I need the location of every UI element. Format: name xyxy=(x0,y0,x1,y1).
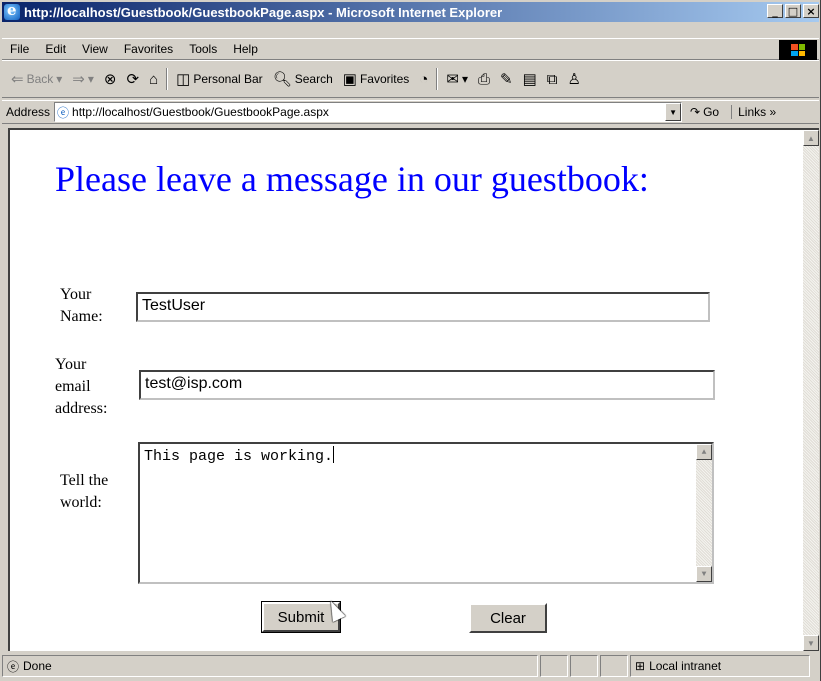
discuss-icon: ▤ xyxy=(522,70,537,88)
links-label: Links xyxy=(738,105,767,119)
address-bar: Address ⓔ http://localhost/Guestbook/Gue… xyxy=(2,100,819,124)
home-button[interactable]: ⌂ xyxy=(144,72,163,87)
name-input[interactable]: TestUser xyxy=(136,292,710,322)
text-caret xyxy=(333,446,335,463)
messenger-button[interactable]: ♙ xyxy=(562,72,585,87)
stop-button[interactable]: ⊗ xyxy=(99,72,122,87)
personal-bar-button[interactable]: ◫ Personal Bar xyxy=(171,72,268,87)
back-button[interactable]: ⇐ Back ▾ xyxy=(6,72,67,87)
history-icon: ◔ xyxy=(419,70,429,88)
textarea-scroll-up-icon[interactable]: ▲ xyxy=(696,444,712,460)
mail-button[interactable]: ✉ ▾ xyxy=(441,72,473,87)
maximize-button[interactable]: □ xyxy=(785,4,801,18)
textarea-scroll-down-icon[interactable]: ▼ xyxy=(696,566,712,582)
refresh-button[interactable]: ⟳ xyxy=(121,72,144,87)
status-cell xyxy=(570,655,598,677)
menu-edit[interactable]: Edit xyxy=(37,42,74,56)
edit-icon: ✎ xyxy=(500,70,513,88)
favorites-icon: ▣ xyxy=(342,70,357,88)
favorites-label: Favorites xyxy=(359,72,410,86)
address-dropdown-icon[interactable]: ▼ xyxy=(665,103,682,121)
page-done-icon: ⓔ xyxy=(7,659,20,674)
search-label: Search xyxy=(294,72,333,86)
security-zone: ⊞ Local intranet xyxy=(630,655,810,677)
menu-tools[interactable]: Tools xyxy=(181,42,225,56)
page-scroll-down-icon[interactable]: ▼ xyxy=(803,635,819,651)
toolbar-separator xyxy=(166,68,169,90)
textarea-scrollbar[interactable]: ▲ ▼ xyxy=(696,444,712,582)
go-arrow-icon: ↷ xyxy=(690,105,701,119)
clear-button[interactable]: Clear xyxy=(469,603,547,633)
message-label: Tell the world: xyxy=(60,472,109,511)
print-icon: ⎙ xyxy=(477,70,490,88)
back-arrow-icon: ⇐ xyxy=(11,70,24,88)
message-text: This page is working. xyxy=(144,448,334,465)
zone-label: Local intranet xyxy=(649,659,722,673)
title-bar: http://localhost/Guestbook/GuestbookPage… xyxy=(2,1,819,22)
toolbar-separator xyxy=(436,68,439,90)
status-cell xyxy=(540,655,568,677)
ie-window: http://localhost/Guestbook/GuestbookPage… xyxy=(0,0,821,681)
window-title: http://localhost/Guestbook/GuestbookPage… xyxy=(24,4,503,20)
links-button[interactable]: Links » xyxy=(731,105,776,119)
status-text: Done xyxy=(23,659,52,673)
page-icon: ⓔ xyxy=(57,105,70,120)
email-input[interactable]: test@isp.com xyxy=(139,370,715,400)
menu-file[interactable]: File xyxy=(2,42,37,56)
intranet-icon: ⊞ xyxy=(635,659,646,673)
mail-dropdown-icon[interactable]: ▾ xyxy=(462,72,468,86)
related-icon: ⧉ xyxy=(546,70,558,88)
internet-explorer-icon xyxy=(4,1,20,20)
status-cell xyxy=(600,655,628,677)
minimize-button[interactable]: _ xyxy=(767,4,783,18)
menu-help[interactable]: Help xyxy=(225,42,266,56)
menu-bar: File Edit View Favorites Tools Help xyxy=(2,38,819,60)
go-label: Go xyxy=(703,105,720,119)
back-dropdown-icon[interactable]: ▾ xyxy=(56,72,62,86)
page-scroll-up-icon[interactable]: ▲ xyxy=(803,130,819,146)
status-bar: ⓔ Done ⊞ Local intranet xyxy=(2,653,819,679)
favorites-button[interactable]: ▣ Favorites xyxy=(338,72,415,87)
menu-favorites[interactable]: Favorites xyxy=(116,42,181,56)
discuss-button[interactable]: ▤ xyxy=(518,72,542,87)
history-button[interactable]: ◔ xyxy=(414,72,433,87)
standard-toolbar: ⇐ Back ▾ ⇒ ▾ ⊗ ⟳ ⌂ ◫ Personal Bar 🔍︎ Sea… xyxy=(2,60,819,98)
home-icon: ⌂ xyxy=(149,70,159,88)
mail-icon: ✉ xyxy=(446,70,459,88)
search-button[interactable]: 🔍︎ Search xyxy=(268,72,338,87)
links-chevron-icon: » xyxy=(769,105,777,119)
forward-arrow-icon: ⇒ xyxy=(72,70,85,88)
window-controls: _ □ × xyxy=(767,4,819,18)
menu-view[interactable]: View xyxy=(74,42,116,56)
address-url: http://localhost/Guestbook/GuestbookPage… xyxy=(72,105,329,119)
print-button[interactable]: ⎙ xyxy=(473,72,495,87)
personal-bar-icon: ◫ xyxy=(176,70,191,88)
back-label: Back xyxy=(26,72,54,86)
address-input[interactable]: ⓔ http://localhost/Guestbook/GuestbookPa… xyxy=(54,102,683,122)
page-scrollbar[interactable]: ▲ ▼ xyxy=(803,130,819,651)
email-label: Your email address: xyxy=(55,356,108,417)
search-icon: 🔍︎ xyxy=(272,70,292,88)
page-viewport: Please leave a message in our guestbook:… xyxy=(8,128,819,651)
forward-button[interactable]: ⇒ ▾ xyxy=(67,72,99,87)
refresh-icon: ⟳ xyxy=(126,70,140,88)
personal-bar-label: Personal Bar xyxy=(193,72,263,86)
message-textarea[interactable]: This page is working. ▲ ▼ xyxy=(138,442,714,584)
edit-button[interactable]: ✎ xyxy=(495,72,518,87)
close-button[interactable]: × xyxy=(803,4,819,18)
windows-logo-icon xyxy=(779,40,817,60)
messenger-icon: ♙ xyxy=(567,70,581,88)
name-label: Your Name: xyxy=(60,286,103,325)
forward-dropdown-icon[interactable]: ▾ xyxy=(88,72,94,86)
address-label: Address xyxy=(6,105,51,119)
page-heading: Please leave a message in our guestbook: xyxy=(55,159,649,199)
status-main: ⓔ Done xyxy=(2,655,538,677)
go-button[interactable]: ↷ Go xyxy=(690,105,719,119)
stop-icon: ⊗ xyxy=(103,70,117,88)
related-button[interactable]: ⧉ xyxy=(542,72,563,87)
